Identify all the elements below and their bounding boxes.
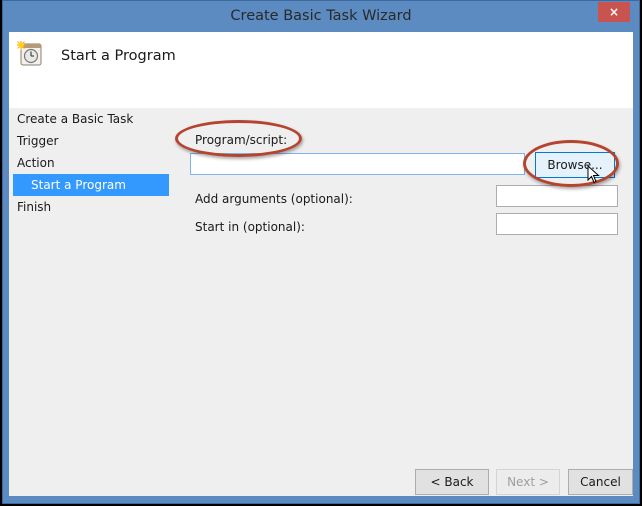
wizard-header: Start a Program (9, 32, 633, 108)
arguments-label: Add arguments (optional): (195, 192, 353, 206)
browse-annotation (523, 140, 619, 187)
window-title: Create Basic Task Wizard (230, 8, 412, 24)
wizard-client-area: Start a Program Create a Basic Task Trig… (9, 32, 633, 496)
title-bar[interactable]: Create Basic Task Wizard × (3, 1, 639, 32)
program-script-annotation (175, 120, 302, 157)
step-finish: Finish (17, 200, 52, 214)
start-in-label: Start in (optional): (195, 220, 305, 234)
start-in-input[interactable] (496, 213, 618, 235)
step-create-basic-task: Create a Basic Task (17, 112, 134, 126)
wizard-window: Create Basic Task Wizard × Start a Progr… (2, 0, 640, 504)
step-start-a-program: Start a Program (13, 174, 169, 196)
page-title: Start a Program (61, 48, 176, 64)
step-action: Action (17, 156, 55, 170)
close-button[interactable]: × (598, 2, 630, 22)
wizard-steps: Create a Basic Task Trigger Action Start… (9, 108, 169, 218)
back-button[interactable]: < Back (415, 469, 489, 495)
task-scheduler-clock-icon (17, 41, 42, 66)
cancel-button[interactable]: Cancel (568, 469, 633, 495)
next-button[interactable]: Next > (496, 469, 560, 495)
arguments-input[interactable] (496, 185, 618, 207)
mouse-pointer-icon (587, 165, 600, 184)
step-trigger: Trigger (17, 134, 59, 148)
